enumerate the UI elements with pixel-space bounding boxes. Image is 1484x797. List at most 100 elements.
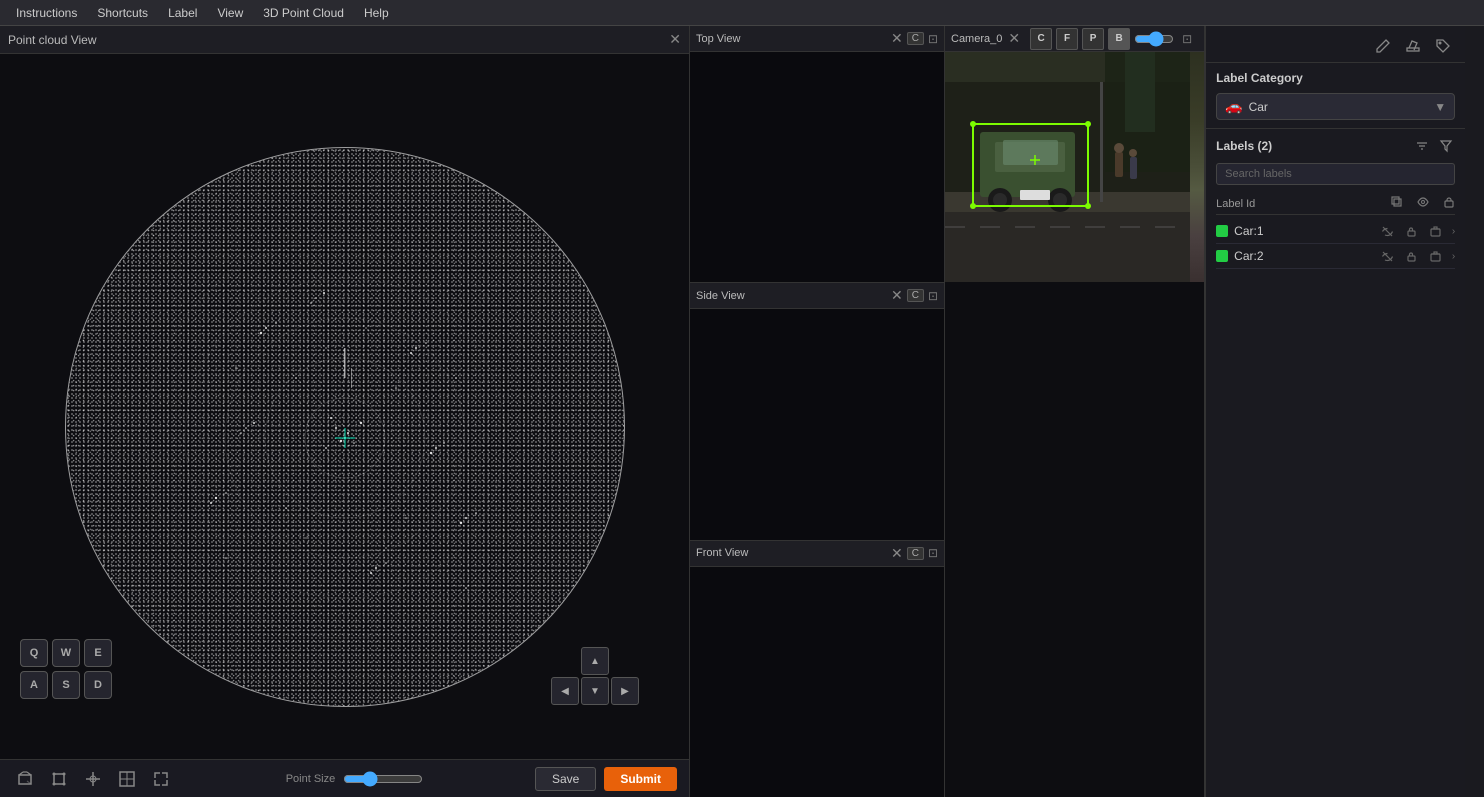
point-size-slider[interactable] [343,771,423,787]
cam-btn-f[interactable]: F [1056,28,1078,50]
label-car2-visibility-button[interactable] [1380,248,1396,264]
crosshair-tool-icon[interactable] [80,766,106,792]
label-lock-header-icon [1443,196,1455,211]
edit-icon[interactable] [1371,34,1395,58]
front-view-titlebar: Front View ✕ C ⊡ [690,541,944,567]
nav-row-top: ▲ [581,647,609,675]
label-copy-header-icon [1391,196,1403,211]
menu-instructions[interactable]: Instructions [8,4,85,22]
label-car2-expand-button[interactable]: › [1452,251,1455,262]
label-id-header: Label Id [1216,198,1391,210]
side-view-maximize-button[interactable]: ⊡ [928,289,938,303]
box-tool-icon[interactable] [12,766,38,792]
cam-btn-b[interactable]: B [1108,28,1130,50]
front-view-badge: C [907,547,924,560]
pointcloud-content: Q W E A S D ▲ ◀ ▼ ▶ [0,54,689,759]
menu-label[interactable]: Label [160,4,205,22]
kb-key-e: E [84,639,112,667]
main-layout: Point cloud View ✕ [0,26,1484,797]
front-view-content [690,567,944,797]
label-car1-lock-button[interactable] [1404,223,1420,239]
label-row-car2: Car:2 [1216,244,1455,269]
side-view-titlebar: Side View ✕ C ⊡ [690,283,944,309]
transform-tool-icon[interactable] [46,766,72,792]
camera-scene-svg [945,52,1190,282]
point-size-label: Point Size [286,773,336,785]
kb-key-s: S [52,671,80,699]
labels-section: Labels (2) [1206,129,1465,797]
camera-titlebar: Camera_0 ✕ C F P B ⊡ [945,26,1204,52]
side-view-badge: C [907,289,924,302]
side-view-title: Side View [696,290,885,302]
menu-shortcuts[interactable]: Shortcuts [89,4,156,22]
label-category-section: Label Category 🚗 Car ▼ [1206,63,1465,129]
label-row-car1: Car:1 [1216,219,1455,244]
car-category-icon: 🚗 [1225,98,1242,115]
pencil-icon[interactable] [1401,34,1425,58]
camera-below-content [945,282,1204,797]
label-eye-header-icon [1417,196,1429,211]
side-view-content [690,309,944,539]
menu-bar: Instructions Shortcuts Label View 3D Poi… [0,0,1484,26]
kb-key-d: D [84,671,112,699]
label-car2-lock-button[interactable] [1404,248,1420,264]
right-panel-header [1206,26,1465,63]
pointcloud-panel: Point cloud View ✕ [0,26,690,797]
top-view-panel: Top View ✕ C ⊡ [690,26,944,283]
menu-view[interactable]: View [209,4,251,22]
label-car1-visibility-button[interactable] [1380,223,1396,239]
menu-3d-point-cloud[interactable]: 3D Point Cloud [255,4,352,22]
camera-close-button[interactable]: ✕ [1008,30,1020,47]
labels-funnel-icon[interactable] [1437,137,1455,155]
search-labels-input[interactable] [1216,163,1455,185]
camera-content [945,52,1204,282]
front-view-maximize-button[interactable]: ⊡ [928,546,938,560]
label-car2-color [1216,250,1228,262]
pointcloud-title: Point cloud View [8,33,663,47]
label-car1-color [1216,225,1228,237]
top-view-titlebar: Top View ✕ C ⊡ [690,26,944,52]
nav-left-button[interactable]: ◀ [551,677,579,705]
category-dropdown-arrow: ▼ [1434,100,1446,114]
side-view-panel: Side View ✕ C ⊡ [690,283,944,540]
label-header-icons [1391,196,1455,211]
front-view-panel: Front View ✕ C ⊡ [690,541,944,797]
label-car1-delete-button[interactable] [1428,223,1444,239]
pointcloud-close-button[interactable]: ✕ [669,31,681,48]
label-car1-expand-button[interactable]: › [1452,226,1455,237]
category-dropdown[interactable]: 🚗 Car ▼ [1216,93,1455,120]
label-car2-delete-button[interactable] [1428,248,1444,264]
top-view-close-button[interactable]: ✕ [891,30,903,47]
cam-btn-c[interactable]: C [1030,28,1052,50]
nav-down-button[interactable]: ▼ [581,677,609,705]
expand-view-icon[interactable] [148,766,174,792]
menu-help[interactable]: Help [356,4,397,22]
kb-key-a: A [20,671,48,699]
top-view-title: Top View [696,33,885,45]
kb-key-w: W [52,639,80,667]
camera-panel: Camera_0 ✕ C F P B ⊡ [945,26,1205,797]
nav-up-button[interactable]: ▲ [581,647,609,675]
tag-icon[interactable] [1431,34,1455,58]
label-car2-actions: › [1380,248,1455,264]
pointcloud-titlebar: Point cloud View ✕ [0,26,689,54]
category-label: Car [1249,100,1435,114]
side-view-close-button[interactable]: ✕ [891,287,903,304]
camera-toolbar: C F P B ⊡ [1024,26,1198,52]
submit-button[interactable]: Submit [604,767,677,791]
label-category-title: Label Category [1216,71,1455,85]
top-view-content [690,52,944,282]
camera-brightness-slider[interactable] [1134,31,1174,47]
middle-panel: Top View ✕ C ⊡ Side View ✕ C ⊡ Front Vie… [690,26,945,797]
grid-tool-icon[interactable] [114,766,140,792]
kb-row-bottom: A S D [20,671,112,699]
cam-btn-p[interactable]: P [1082,28,1104,50]
pointcloud-svg [66,148,624,706]
camera-maximize-button[interactable]: ⊡ [1182,32,1192,46]
labels-filter-icon[interactable] [1413,137,1431,155]
top-view-maximize-button[interactable]: ⊡ [928,32,938,46]
front-view-close-button[interactable]: ✕ [891,545,903,562]
point-size-section: Point Size [286,771,424,787]
nav-right-button[interactable]: ▶ [611,677,639,705]
save-button[interactable]: Save [535,767,596,791]
